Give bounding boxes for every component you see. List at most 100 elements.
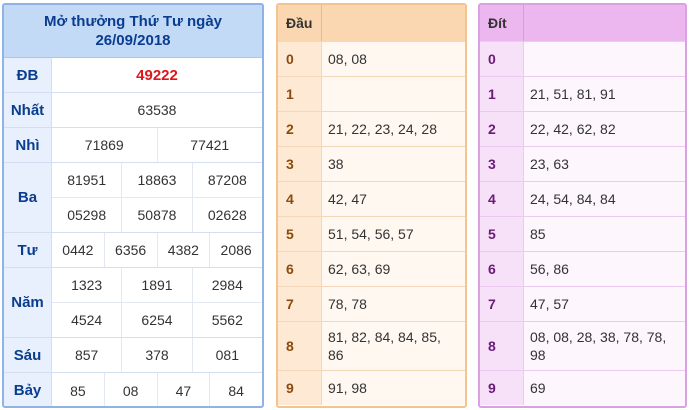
prize-values: 81951 18863 87208 05298 50878 02628: [52, 163, 262, 232]
prize-number: 1323: [71, 277, 103, 293]
dau-row: 9 91, 98: [278, 370, 465, 405]
results-date: 26/09/2018: [95, 32, 171, 49]
prize-line: 857 378 081: [52, 338, 262, 372]
prize-line: 0442 6356 4382 2086: [52, 233, 262, 267]
dau-numbers: 62, 63, 69: [322, 252, 465, 286]
dit-row: 4 24, 54, 84, 84: [480, 181, 685, 216]
prize-label: Nhì: [4, 128, 52, 162]
prize-label: Tư: [4, 233, 52, 267]
dit-numbers: 21, 51, 81, 91: [524, 77, 685, 111]
dit-numbers: 47, 57: [524, 287, 685, 321]
prize-row: Nhì 71869 77421: [4, 128, 262, 163]
prize-line: 71869 77421: [52, 128, 262, 162]
dit-numbers: 24, 54, 84, 84: [524, 182, 685, 216]
dit-table: Đít 0 1 21, 51, 81, 91 2 22, 42, 62, 82 3 23, …: [478, 3, 687, 408]
prize-number: 857: [74, 347, 99, 363]
prize-row: Ba 81951 18863 87208 05298 50878 02628: [4, 163, 262, 233]
prize-values: 63538: [52, 93, 262, 127]
dau-row: 2 21, 22, 23, 24, 28: [278, 111, 465, 146]
prize-number: 4524: [71, 312, 103, 328]
dau-digit: 0: [278, 42, 322, 76]
dau-digit: 8: [278, 322, 322, 370]
dau-header-values: [322, 5, 465, 41]
dit-digit: 3: [480, 147, 524, 181]
dit-row: 0: [480, 41, 685, 76]
dit-header-label: Đít: [480, 5, 524, 41]
dau-numbers: 08, 08: [322, 42, 465, 76]
dau-row: 1: [278, 76, 465, 111]
prize-label: ĐB: [4, 58, 52, 92]
dau-numbers: 78, 78: [322, 287, 465, 321]
dit-digit: 5: [480, 217, 524, 251]
dit-digit: 4: [480, 182, 524, 216]
dau-body: 0 08, 08 1 2 21, 22, 23, 24, 28 3 38 4 42, 47 5 51…: [278, 41, 465, 405]
dit-digit: 6: [480, 252, 524, 286]
prize-number: 77421: [156, 128, 263, 162]
dit-numbers: 85: [524, 217, 685, 251]
special-prize-number: 49222: [136, 66, 178, 84]
dit-row: 5 85: [480, 216, 685, 251]
dit-numbers: 23, 63: [524, 147, 685, 181]
prize-number: 0442: [62, 242, 94, 258]
dit-digit: 7: [480, 287, 524, 321]
dau-table: Đầu 0 08, 08 1 2 21, 22, 23, 24, 28 3 38 4 42, 4…: [276, 3, 467, 408]
dau-row: 8 81, 82, 84, 84, 85, 86: [278, 321, 465, 370]
dau-numbers: 51, 54, 56, 57: [322, 217, 465, 251]
dau-digit: 6: [278, 252, 322, 286]
dau-digit: 7: [278, 287, 322, 321]
dit-digit: 9: [480, 371, 524, 405]
dit-numbers: [524, 42, 685, 76]
prize-line: 81951 18863 87208: [52, 163, 262, 197]
dit-digit: 8: [480, 322, 524, 370]
prize-row: Nhất 63538: [4, 93, 262, 128]
dit-row: 6 56, 86: [480, 251, 685, 286]
dit-header-values: [524, 5, 685, 41]
dit-body: 0 1 21, 51, 81, 91 2 22, 42, 62, 82 3 23, 63 4 2…: [480, 41, 685, 405]
prize-label: Sáu: [4, 338, 52, 372]
prize-line: 4524 6254 5562: [52, 302, 262, 337]
dit-header: Đít: [480, 5, 685, 41]
dau-row: 0 08, 08: [278, 41, 465, 76]
dau-numbers: 21, 22, 23, 24, 28: [322, 112, 465, 146]
dit-digit: 0: [480, 42, 524, 76]
prize-values: 85 08 47 84: [52, 373, 262, 406]
prize-number: 08: [103, 373, 157, 406]
prize-values: 71869 77421: [52, 128, 262, 162]
prize-number: 02628: [191, 198, 262, 232]
prize-values: 1323 1891 2984 4524 6254 5562: [52, 268, 262, 337]
dau-numbers: [322, 77, 465, 111]
dau-row: 6 62, 63, 69: [278, 251, 465, 286]
prize-values: 0442 6356 4382 2086: [52, 233, 262, 267]
dit-numbers: 22, 42, 62, 82: [524, 112, 685, 146]
prize-number: 50878: [121, 198, 191, 232]
prize-values: 49222: [52, 58, 262, 92]
prize-line: 63538: [52, 93, 262, 127]
results-body: ĐB 49222 Nhất 63538 Nhì 71869 77421 Ba 81951 1886…: [4, 58, 262, 406]
dit-row: 1 21, 51, 81, 91: [480, 76, 685, 111]
prize-row: Tư 0442 6356 4382 2086: [4, 233, 262, 268]
prize-number: 2984: [191, 268, 262, 302]
dau-digit: 9: [278, 371, 322, 405]
prize-number: 378: [121, 338, 191, 372]
dit-digit: 2: [480, 112, 524, 146]
prize-line: 05298 50878 02628: [52, 197, 262, 232]
dau-digit: 4: [278, 182, 322, 216]
dau-digit: 1: [278, 77, 322, 111]
prize-number: 1891: [121, 268, 191, 302]
dit-row: 2 22, 42, 62, 82: [480, 111, 685, 146]
dau-row: 7 78, 78: [278, 286, 465, 321]
prize-label: Ba: [4, 163, 52, 232]
dit-numbers: 56, 86: [524, 252, 685, 286]
dau-numbers: 81, 82, 84, 84, 85, 86: [322, 322, 465, 370]
prize-number: 6254: [121, 303, 191, 337]
prize-number: 2086: [209, 233, 262, 267]
dit-numbers: 69: [524, 371, 685, 405]
prize-number: 63538: [137, 102, 177, 118]
dau-header: Đầu: [278, 5, 465, 41]
prize-number: 081: [191, 338, 262, 372]
prize-number: 18863: [121, 163, 191, 197]
dit-digit: 1: [480, 77, 524, 111]
dit-row: 7 47, 57: [480, 286, 685, 321]
prize-line: 85 08 47 84: [52, 373, 262, 406]
dau-row: 4 42, 47: [278, 181, 465, 216]
